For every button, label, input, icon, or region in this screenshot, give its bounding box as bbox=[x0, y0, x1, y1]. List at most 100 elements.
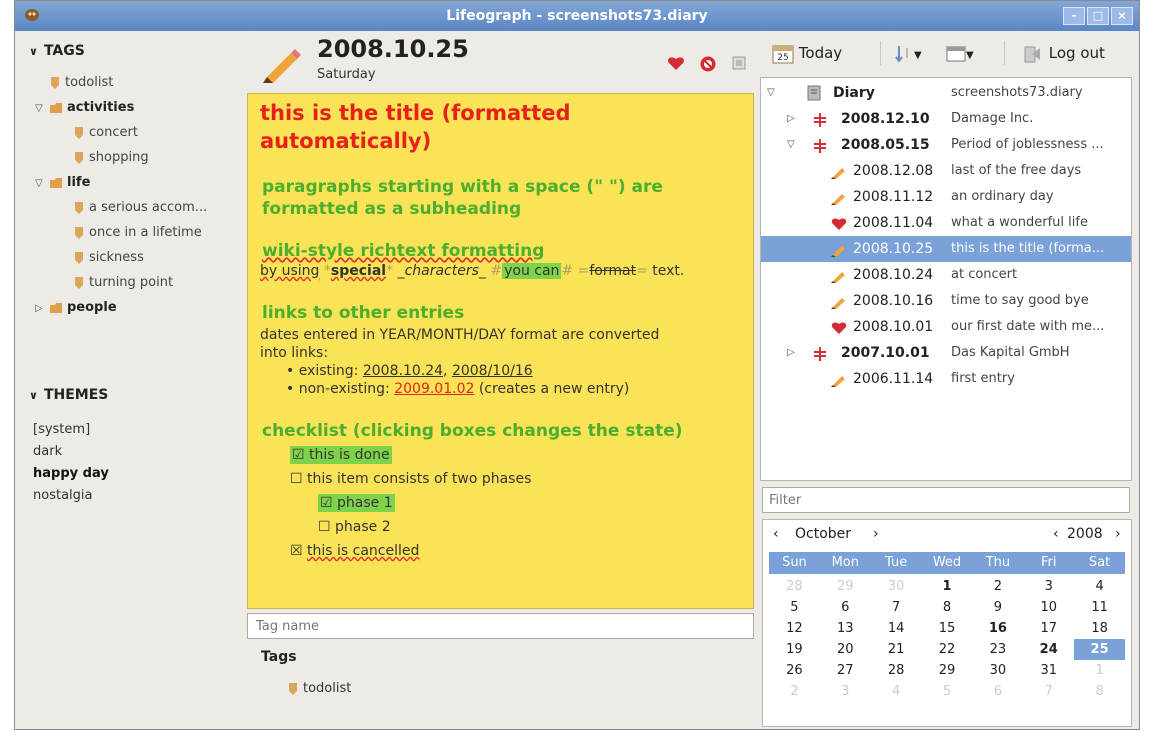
checkbox-checked[interactable]: ☑ bbox=[292, 447, 305, 463]
calendar-day[interactable]: 1 bbox=[922, 576, 973, 597]
tag-item[interactable]: turning point bbox=[73, 271, 173, 295]
next-year-button[interactable]: › bbox=[1115, 526, 1121, 542]
calendar-day[interactable]: 9 bbox=[972, 597, 1023, 618]
calendar-day[interactable]: 4 bbox=[871, 681, 922, 702]
calendar-day[interactable]: 27 bbox=[820, 660, 871, 681]
tree-entry-row[interactable]: 2006.11.14 first entry bbox=[761, 366, 1131, 392]
calendar-day[interactable]: 6 bbox=[972, 681, 1023, 702]
prev-month-button[interactable]: ‹ bbox=[773, 526, 779, 542]
calendar-day[interactable]: 30 bbox=[972, 660, 1023, 681]
calendar-day[interactable]: 10 bbox=[1023, 597, 1074, 618]
view-menu-button[interactable]: ▼ bbox=[946, 39, 974, 67]
theme-item[interactable]: [system] bbox=[33, 419, 90, 441]
tag-item[interactable]: sickness bbox=[73, 246, 144, 270]
calendar-day[interactable]: 31 bbox=[1023, 660, 1074, 681]
calendar-day[interactable]: 12 bbox=[769, 618, 820, 639]
entry-tag-todolist[interactable]: todolist bbox=[287, 681, 351, 696]
calendar-day[interactable]: 21 bbox=[871, 639, 922, 660]
calendar-day[interactable]: 19 bbox=[769, 639, 820, 660]
close-window-button[interactable]: × bbox=[1111, 7, 1133, 25]
calendar-day[interactable]: 29 bbox=[922, 660, 973, 681]
tree-entry-row[interactable]: 2008.10.25 this is the title (forma... bbox=[761, 236, 1131, 262]
favorite-heart-icon[interactable] bbox=[667, 55, 685, 71]
filter-input[interactable] bbox=[762, 487, 1130, 513]
calendar-day[interactable]: 28 bbox=[769, 576, 820, 597]
calendar-day[interactable]: 3 bbox=[1023, 576, 1074, 597]
calendar-day[interactable]: 15 bbox=[922, 618, 973, 639]
tree-entry-row[interactable]: 2008.12.08 last of the free days bbox=[761, 158, 1131, 184]
calendar-day[interactable]: 25 bbox=[1074, 639, 1126, 660]
calendar-day[interactable]: 6 bbox=[820, 597, 871, 618]
sort-menu-button[interactable]: ▼ bbox=[894, 39, 922, 67]
checkbox-unchecked[interactable]: ☐ bbox=[290, 471, 303, 487]
print-icon[interactable] bbox=[731, 55, 747, 71]
entry-link-2008-10-24[interactable]: 2008.10.24 bbox=[363, 363, 443, 379]
calendar-day[interactable]: 2 bbox=[972, 576, 1023, 597]
calendar-day[interactable]: 17 bbox=[1023, 618, 1074, 639]
tree-entry-row[interactable]: 2008.10.24 at concert bbox=[761, 262, 1131, 288]
tree-entry-row[interactable]: 2008.11.04 what a wonderful life bbox=[761, 210, 1131, 236]
entry-link-2008-10-16[interactable]: 2008/10/16 bbox=[452, 363, 533, 379]
theme-item[interactable]: nostalgia bbox=[33, 485, 92, 507]
calendar-day[interactable]: 1 bbox=[1074, 660, 1125, 681]
calendar-day[interactable]: 13 bbox=[820, 618, 871, 639]
calendar-day[interactable]: 26 bbox=[769, 660, 820, 681]
tree-entry-row[interactable]: 2008.10.01 our first date with me... bbox=[761, 314, 1131, 340]
checkbox-unchecked[interactable]: ☐ bbox=[318, 519, 331, 535]
minimize-button[interactable]: – bbox=[1063, 7, 1085, 25]
calendar-day[interactable]: 18 bbox=[1074, 618, 1125, 639]
tag-item[interactable]: once in a lifetime bbox=[73, 221, 202, 245]
themes-header[interactable]: ∨ THEMES bbox=[29, 387, 108, 403]
tag-item[interactable]: ▷ people bbox=[35, 296, 117, 320]
tag-item[interactable]: todolist bbox=[35, 71, 113, 95]
tree-chapter-row[interactable]: ▷ 2007.10.01 Das Kapital GmbH bbox=[761, 340, 1131, 366]
calendar-day[interactable]: 29 bbox=[820, 576, 871, 597]
entry-text-editor[interactable]: this is the title (formatted automatical… bbox=[247, 93, 754, 609]
tree-entry-row[interactable]: 2008.11.12 an ordinary day bbox=[761, 184, 1131, 210]
calendar-day[interactable]: 30 bbox=[871, 576, 922, 597]
theme-item[interactable]: dark bbox=[33, 441, 62, 463]
calendar-day[interactable]: 5 bbox=[922, 681, 973, 702]
calendar-day[interactable]: 23 bbox=[972, 639, 1023, 660]
checkbox-cancelled[interactable]: ☒ bbox=[290, 543, 303, 559]
calendar-day[interactable]: 7 bbox=[871, 597, 922, 618]
calendar-day[interactable]: 2 bbox=[769, 681, 820, 702]
tag-item[interactable]: ▽ life bbox=[35, 171, 90, 195]
calendar-day[interactable]: 3 bbox=[820, 681, 871, 702]
calendar-day[interactable]: 16 bbox=[972, 618, 1023, 639]
tree-chapter-row[interactable]: ▽ 2008.05.15 Period of joblessness ... bbox=[761, 132, 1131, 158]
theme-item[interactable]: happy day bbox=[33, 463, 109, 485]
tags-header[interactable]: ∨ TAGS bbox=[29, 43, 85, 59]
entry-link-2009-01-02[interactable]: 2009.01.02 bbox=[394, 381, 474, 397]
tag-name-input[interactable] bbox=[247, 613, 754, 639]
calendar-day[interactable]: 24 bbox=[1023, 639, 1074, 660]
expander-icon[interactable]: ▽ bbox=[787, 132, 795, 158]
calendar-day[interactable]: 8 bbox=[1074, 681, 1125, 702]
logout-button[interactable]: Log out bbox=[1022, 39, 1105, 67]
checkbox-checked[interactable]: ☑ bbox=[320, 495, 333, 511]
next-month-button[interactable]: › bbox=[873, 526, 879, 542]
calendar-day[interactable]: 4 bbox=[1074, 576, 1125, 597]
expander-icon[interactable]: ▽ bbox=[35, 172, 49, 196]
expander-icon[interactable]: ▽ bbox=[767, 80, 775, 106]
trash-entry-icon[interactable] bbox=[699, 55, 717, 73]
calendar-day[interactable]: 11 bbox=[1074, 597, 1125, 618]
calendar-day[interactable]: 20 bbox=[820, 639, 871, 660]
calendar-day[interactable]: 14 bbox=[871, 618, 922, 639]
tag-item[interactable]: ▽ activities bbox=[35, 96, 134, 120]
tag-item[interactable]: shopping bbox=[73, 146, 149, 170]
expander-icon[interactable]: ▷ bbox=[787, 106, 795, 132]
calendar-day[interactable]: 28 bbox=[871, 660, 922, 681]
calendar-day[interactable]: 8 bbox=[922, 597, 973, 618]
tag-item[interactable]: concert bbox=[73, 121, 138, 145]
tree-root-diary[interactable]: ▽ Diary screenshots73.diary bbox=[761, 80, 1131, 106]
expander-icon[interactable]: ▷ bbox=[35, 297, 49, 321]
calendar-day[interactable]: 5 bbox=[769, 597, 820, 618]
expander-icon[interactable]: ▽ bbox=[35, 97, 49, 121]
calendar-day[interactable]: 22 bbox=[922, 639, 973, 660]
expander-icon[interactable]: ▷ bbox=[787, 340, 795, 366]
prev-year-button[interactable]: ‹ bbox=[1053, 526, 1059, 542]
tree-chapter-row[interactable]: ▷ 2008.12.10 Damage Inc. bbox=[761, 106, 1131, 132]
today-button[interactable]: 25 Today bbox=[772, 39, 842, 67]
maximize-button[interactable]: □ bbox=[1087, 7, 1109, 25]
